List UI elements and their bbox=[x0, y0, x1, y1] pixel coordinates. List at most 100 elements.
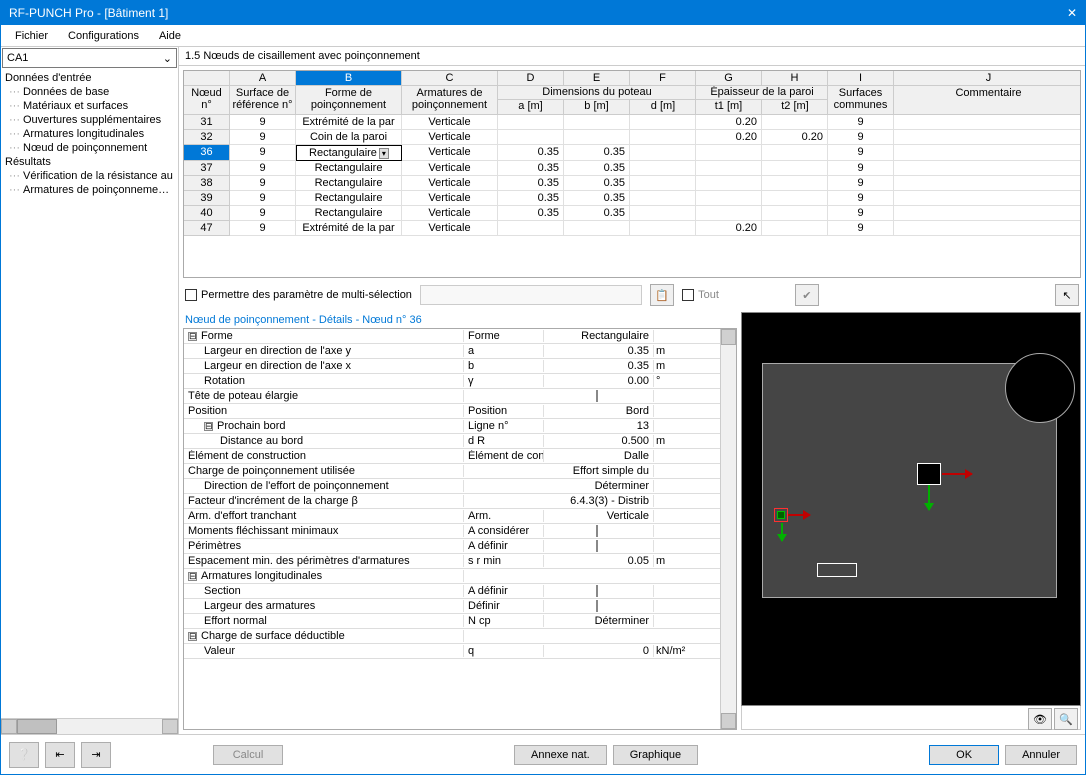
cell[interactable] bbox=[894, 176, 1081, 191]
detail-value[interactable]: 0.35 bbox=[544, 360, 654, 372]
close-icon[interactable]: ✕ bbox=[1067, 6, 1077, 20]
cell[interactable]: 9 bbox=[230, 115, 296, 130]
row-header[interactable]: 40 bbox=[184, 206, 230, 221]
case-combo[interactable]: CA1 ⌄ bbox=[2, 48, 177, 68]
graphique-button[interactable]: Graphique bbox=[613, 745, 698, 765]
cell[interactable] bbox=[762, 161, 828, 176]
cell[interactable]: 0.20 bbox=[762, 130, 828, 145]
apply-icon[interactable]: ✔ bbox=[795, 284, 819, 306]
menu-help[interactable]: Aide bbox=[149, 28, 191, 44]
cell[interactable]: 0.35 bbox=[498, 206, 564, 221]
checkbox-icon[interactable] bbox=[185, 289, 197, 301]
cell[interactable]: Rectangulaire bbox=[296, 176, 402, 191]
cell[interactable] bbox=[630, 176, 696, 191]
cell[interactable]: Verticale bbox=[402, 206, 498, 221]
checkbox-icon[interactable] bbox=[596, 525, 598, 537]
col-letter[interactable]: C bbox=[402, 71, 498, 86]
filter-field[interactable] bbox=[420, 285, 642, 305]
col-letter[interactable]: E bbox=[564, 71, 630, 86]
detail-row[interactable]: ⊟Forme Forme Rectangulaire bbox=[184, 329, 720, 344]
cell[interactable] bbox=[696, 145, 762, 161]
cell[interactable]: 9 bbox=[828, 191, 894, 206]
detail-row[interactable]: ⊟Prochain bord Ligne n° 13 bbox=[184, 419, 720, 434]
scroll-thumb[interactable] bbox=[17, 719, 57, 734]
row-header[interactable]: 47 bbox=[184, 221, 230, 236]
detail-row[interactable]: Largeur en direction de l'axe x b 0.35 m bbox=[184, 359, 720, 374]
collapse-icon[interactable]: ⊟ bbox=[204, 422, 213, 431]
cell[interactable] bbox=[696, 191, 762, 206]
col-letter[interactable]: H bbox=[762, 71, 828, 86]
menu-file[interactable]: Fichier bbox=[5, 28, 58, 44]
cell[interactable] bbox=[762, 191, 828, 206]
cell[interactable] bbox=[564, 130, 630, 145]
cell[interactable]: 0.35 bbox=[498, 191, 564, 206]
cell[interactable]: Rectangulaire bbox=[296, 161, 402, 176]
cell[interactable]: 0.20 bbox=[696, 115, 762, 130]
annexe-button[interactable]: Annexe nat. bbox=[514, 745, 607, 765]
tree-item[interactable]: Données de base bbox=[5, 85, 174, 99]
cell[interactable]: Verticale bbox=[402, 130, 498, 145]
cell[interactable] bbox=[762, 221, 828, 236]
cell[interactable] bbox=[564, 115, 630, 130]
cell[interactable] bbox=[894, 130, 1081, 145]
detail-row[interactable]: Facteur d'incrément de la charge β 6.4.3… bbox=[184, 494, 720, 509]
checkbox-icon[interactable] bbox=[682, 289, 694, 301]
cell-active[interactable]: Rectangulaire▾ bbox=[296, 145, 402, 161]
cell[interactable]: 0.35 bbox=[564, 145, 630, 161]
detail-row[interactable]: Élément de construction Élément de con: … bbox=[184, 449, 720, 464]
detail-value[interactable]: 6.4.3(3) - Distrib bbox=[544, 495, 654, 507]
detail-row[interactable]: Périmètres A définir bbox=[184, 539, 720, 554]
detail-row[interactable]: Moments fléchissant minimaux A considére… bbox=[184, 524, 720, 539]
tree-item[interactable]: Ouvertures supplémentaires bbox=[5, 113, 174, 127]
tree-hscroll[interactable] bbox=[1, 718, 178, 734]
menu-config[interactable]: Configurations bbox=[58, 28, 149, 44]
detail-value[interactable]: 0.00 bbox=[544, 375, 654, 387]
cell[interactable]: Verticale bbox=[402, 115, 498, 130]
scroll-left-icon[interactable] bbox=[1, 719, 17, 734]
col-letter[interactable]: G bbox=[696, 71, 762, 86]
cell[interactable] bbox=[894, 221, 1081, 236]
detail-value[interactable]: 13 bbox=[544, 420, 654, 432]
detail-value[interactable]: 0.35 bbox=[544, 345, 654, 357]
cell[interactable]: 9 bbox=[230, 145, 296, 161]
col-letter[interactable]: D bbox=[498, 71, 564, 86]
cell[interactable]: 9 bbox=[230, 191, 296, 206]
detail-row[interactable]: Largeur en direction de l'axe y a 0.35 m bbox=[184, 344, 720, 359]
cell[interactable]: 9 bbox=[230, 176, 296, 191]
cell[interactable] bbox=[696, 176, 762, 191]
ok-button[interactable]: OK bbox=[929, 745, 999, 765]
scroll-right-icon[interactable] bbox=[162, 719, 178, 734]
cell[interactable]: 0.20 bbox=[696, 221, 762, 236]
cell[interactable]: 9 bbox=[230, 161, 296, 176]
detail-value[interactable]: Déterminer bbox=[544, 615, 654, 627]
col-letter[interactable]: A bbox=[230, 71, 296, 86]
cell[interactable]: 9 bbox=[230, 206, 296, 221]
tree-item[interactable]: Matériaux et surfaces bbox=[5, 99, 174, 113]
detail-row[interactable]: ⊟Armatures longitudinales bbox=[184, 569, 720, 584]
cell[interactable] bbox=[894, 161, 1081, 176]
detail-row[interactable]: Espacement min. des périmètres d'armatur… bbox=[184, 554, 720, 569]
cell[interactable] bbox=[630, 145, 696, 161]
row-header[interactable]: 38 bbox=[184, 176, 230, 191]
detail-row[interactable]: Largeur des armatures Définir bbox=[184, 599, 720, 614]
cancel-button[interactable]: Annuler bbox=[1005, 745, 1077, 765]
row-header[interactable]: 32 bbox=[184, 130, 230, 145]
cell[interactable]: 0.20 bbox=[696, 130, 762, 145]
tree-item[interactable]: Armatures de poinçonnement r bbox=[5, 183, 174, 197]
cell[interactable] bbox=[894, 191, 1081, 206]
cell[interactable] bbox=[762, 206, 828, 221]
cell[interactable] bbox=[498, 221, 564, 236]
cell[interactable]: Rectangulaire bbox=[296, 191, 402, 206]
calcul-button[interactable]: Calcul bbox=[213, 745, 283, 765]
detail-row[interactable]: Valeur q 0 kN/m² bbox=[184, 644, 720, 659]
collapse-icon[interactable]: ⊟ bbox=[188, 572, 197, 581]
cell[interactable]: Rectangulaire bbox=[296, 206, 402, 221]
detail-value[interactable]: Dalle bbox=[544, 450, 654, 462]
cell[interactable] bbox=[630, 115, 696, 130]
detail-row[interactable]: Direction de l'effort de poinçonnement D… bbox=[184, 479, 720, 494]
checkbox-icon[interactable] bbox=[596, 390, 598, 402]
detail-row[interactable]: Charge de poinçonnement utilisée Effort … bbox=[184, 464, 720, 479]
prev-button[interactable]: ⇤ bbox=[45, 742, 75, 768]
next-button[interactable]: ⇥ bbox=[81, 742, 111, 768]
cell[interactable]: 9 bbox=[828, 176, 894, 191]
